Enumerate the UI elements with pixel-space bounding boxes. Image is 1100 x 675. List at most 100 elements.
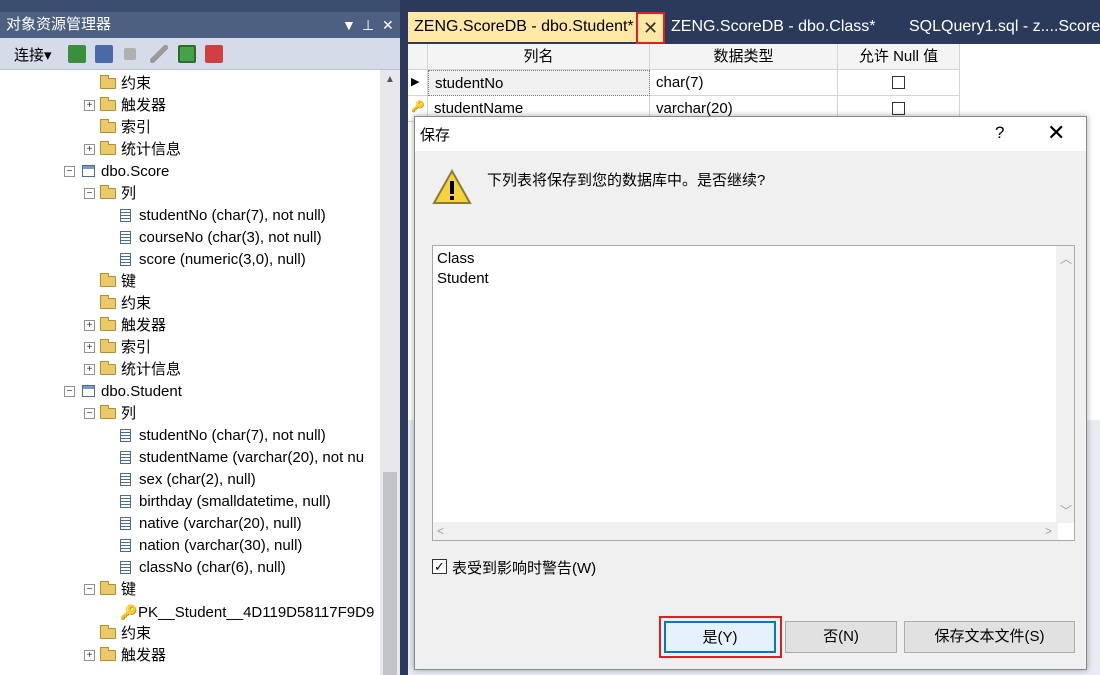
- connect-object-icon[interactable]: [68, 45, 86, 63]
- folder-icon: [100, 141, 116, 155]
- tree-node[interactable]: 统计信息: [100, 139, 181, 161]
- tree-node[interactable]: native (varchar(20), null): [120, 513, 302, 535]
- tree-node-label: 触发器: [121, 317, 167, 334]
- tab-class[interactable]: ZENG.ScoreDB - dbo.Class*: [665, 12, 895, 42]
- tree-node-label: dbo.Student: [101, 383, 182, 400]
- activity-monitor-icon[interactable]: [205, 45, 223, 63]
- scroll-left-icon[interactable]: <: [437, 524, 444, 538]
- tree-node[interactable]: courseNo (char(3), not null): [120, 227, 322, 249]
- column-icon: [120, 451, 131, 464]
- tree-node[interactable]: 约束: [100, 293, 151, 315]
- warn-checkbox[interactable]: ✓: [432, 559, 447, 574]
- tree-node[interactable]: 🔑PK__Student__4D119D58117F9D9: [120, 601, 374, 623]
- tree-node-label: 约束: [121, 75, 152, 92]
- affected-tables-list[interactable]: Class Student ︿ ﹀ < >: [432, 245, 1075, 541]
- scroll-up-icon[interactable]: ▲: [385, 74, 395, 85]
- tree-node-label: 约束: [121, 295, 152, 312]
- tree-node[interactable]: 触发器: [100, 95, 166, 117]
- scroll-down-icon[interactable]: ﹀: [1060, 502, 1072, 519]
- tree-node[interactable]: 触发器: [100, 645, 166, 667]
- filter-icon[interactable]: [150, 45, 168, 63]
- yes-button[interactable]: 是(Y): [664, 621, 776, 653]
- column-icon: [120, 253, 131, 266]
- expand-icon[interactable]: +: [84, 144, 95, 155]
- tree-node[interactable]: dbo.Score: [82, 161, 169, 183]
- column-header-null: 允许 Null 值: [838, 44, 960, 70]
- column-icon: [120, 495, 131, 508]
- collapse-icon[interactable]: −: [84, 408, 95, 419]
- save-dialog: 保存 ? ✕ 下列表将保存到您的数据库中。是否继续? Class Student…: [414, 116, 1087, 670]
- tree-node[interactable]: 键: [100, 579, 136, 601]
- tree-node-label: 列: [121, 185, 137, 202]
- tree-node-label: native (varchar(20), null): [139, 515, 302, 532]
- warn-checkbox-label[interactable]: 表受到影响时警告(W): [452, 557, 596, 578]
- expand-icon[interactable]: +: [84, 650, 95, 661]
- folder-icon: [100, 405, 116, 419]
- allow-null-checkbox[interactable]: [892, 102, 905, 115]
- tree-node[interactable]: 索引: [100, 337, 151, 359]
- expand-icon[interactable]: +: [84, 364, 95, 375]
- dialog-message: 下列表将保存到您的数据库中。是否继续?: [487, 172, 766, 189]
- scroll-up-icon[interactable]: ︿: [1060, 250, 1072, 267]
- tab-close-button[interactable]: ✕: [636, 12, 665, 44]
- expand-icon[interactable]: +: [84, 342, 95, 353]
- tree-node[interactable]: 约束: [100, 73, 151, 95]
- collapse-icon[interactable]: −: [84, 584, 95, 595]
- close-icon[interactable]: ✕: [382, 12, 394, 38]
- tree-node[interactable]: studentName (varchar(20), not nu: [120, 447, 364, 469]
- disconnect-icon[interactable]: [95, 45, 113, 63]
- pin-icon[interactable]: ⊥: [362, 12, 374, 38]
- cell-allow-null[interactable]: [838, 70, 960, 96]
- folder-icon: [100, 295, 116, 309]
- column-icon: [120, 561, 131, 574]
- tree-node[interactable]: score (numeric(3,0), null): [120, 249, 306, 271]
- save-text-file-button[interactable]: 保存文本文件(S): [904, 621, 1075, 653]
- allow-null-checkbox[interactable]: [892, 76, 905, 89]
- column-icon: [120, 517, 131, 530]
- tree-node[interactable]: 索引: [100, 117, 151, 139]
- tree-node[interactable]: 统计信息: [100, 359, 181, 381]
- help-button[interactable]: ?: [995, 123, 1004, 143]
- table-icon: [82, 385, 95, 397]
- tree-node[interactable]: 列: [100, 183, 136, 205]
- collapse-icon[interactable]: −: [64, 166, 75, 177]
- stop-icon[interactable]: [124, 48, 136, 60]
- folder-icon: [100, 625, 116, 639]
- tab-sqlquery[interactable]: SQLQuery1.sql - z....ScoreDB: [903, 12, 1100, 42]
- scroll-thumb[interactable]: [383, 472, 397, 675]
- collapse-icon[interactable]: −: [84, 188, 95, 199]
- list-vertical-scrollbar[interactable]: ︿ ﹀: [1056, 246, 1074, 523]
- tree-node[interactable]: studentNo (char(7), not null): [120, 425, 326, 447]
- collapse-icon[interactable]: −: [64, 386, 75, 397]
- tree-node-label: 键: [121, 273, 137, 290]
- tree-node[interactable]: sex (char(2), null): [120, 469, 256, 491]
- tree-node[interactable]: 列: [100, 403, 136, 425]
- tree-node[interactable]: birthday (smalldatetime, null): [120, 491, 331, 513]
- refresh-icon[interactable]: [178, 45, 196, 63]
- tree-node[interactable]: classNo (char(6), null): [120, 557, 286, 579]
- scroll-right-icon[interactable]: >: [1045, 524, 1052, 538]
- cell-column-name[interactable]: studentNo: [428, 70, 650, 96]
- column-header-type: 数据类型: [650, 44, 838, 70]
- tree-node[interactable]: 约束: [100, 623, 151, 645]
- tree-node-label: 约束: [121, 625, 152, 642]
- no-button[interactable]: 否(N): [785, 621, 897, 653]
- tree-node[interactable]: dbo.Student: [82, 381, 182, 403]
- list-horizontal-scrollbar[interactable]: < >: [433, 522, 1058, 540]
- connect-button[interactable]: 连接▾: [14, 44, 52, 65]
- tree-node[interactable]: studentNo (char(7), not null): [120, 205, 326, 227]
- dialog-close-button[interactable]: ✕: [1047, 120, 1065, 146]
- folder-icon: [100, 339, 116, 353]
- folder-icon: [100, 317, 116, 331]
- tab-student[interactable]: ZENG.ScoreDB - dbo.Student*: [408, 12, 636, 42]
- tree-node-label: 触发器: [121, 647, 167, 664]
- tree-node-label: PK__Student__4D119D58117F9D9: [138, 604, 375, 621]
- tree-node[interactable]: 键: [100, 271, 136, 293]
- dropdown-icon[interactable]: ▼: [342, 12, 356, 38]
- cell-data-type[interactable]: char(7): [650, 70, 838, 96]
- expand-icon[interactable]: +: [84, 100, 95, 111]
- expand-icon[interactable]: +: [84, 320, 95, 331]
- tree-node[interactable]: nation (varchar(30), null): [120, 535, 302, 557]
- object-explorer-scrollbar[interactable]: ▲: [380, 70, 400, 675]
- tree-node[interactable]: 触发器: [100, 315, 166, 337]
